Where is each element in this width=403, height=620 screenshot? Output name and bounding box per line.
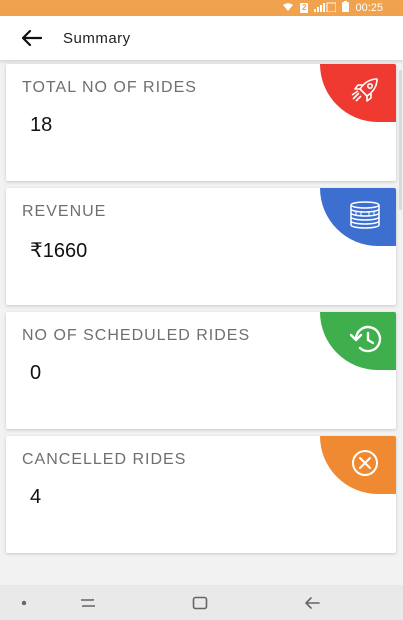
app-bar: Summary bbox=[0, 16, 403, 60]
card-revenue[interactable]: REVENUE ₹1660 bbox=[6, 188, 396, 305]
card-cancelled-rides[interactable]: CANCELLED RIDES 4 bbox=[6, 436, 396, 553]
history-icon bbox=[348, 324, 382, 359]
nav-dot-icon[interactable] bbox=[16, 585, 32, 620]
status-bar: 2 00:25 bbox=[0, 0, 403, 16]
nav-back-icon[interactable] bbox=[300, 585, 324, 620]
cancel-icon bbox=[350, 448, 380, 483]
back-arrow-icon[interactable] bbox=[20, 26, 44, 50]
battery-icon bbox=[342, 1, 350, 15]
signal-icon bbox=[314, 2, 337, 15]
recent-apps-icon[interactable] bbox=[76, 585, 100, 620]
card-value: 0 bbox=[30, 362, 42, 384]
page-title: Summary bbox=[63, 29, 131, 47]
card-badge bbox=[320, 64, 396, 122]
card-value: ₹1660 bbox=[30, 240, 88, 262]
system-nav-bar bbox=[0, 585, 403, 620]
wifi-icon bbox=[282, 2, 294, 15]
card-label: CANCELLED RIDES bbox=[22, 451, 187, 468]
summary-list[interactable]: TOTAL NO OF RIDES 18 REVENUE ₹1660 NO OF… bbox=[0, 60, 403, 585]
card-label: REVENUE bbox=[22, 203, 107, 220]
card-badge bbox=[320, 312, 396, 370]
card-value: 4 bbox=[30, 486, 42, 508]
card-badge bbox=[320, 436, 396, 494]
card-badge bbox=[320, 188, 396, 246]
card-label: TOTAL NO OF RIDES bbox=[22, 79, 197, 96]
scrollbar[interactable] bbox=[399, 70, 402, 210]
card-scheduled-rides[interactable]: NO OF SCHEDULED RIDES 0 bbox=[6, 312, 396, 429]
sim-badge: 2 bbox=[300, 3, 309, 13]
rocket-icon bbox=[350, 76, 380, 111]
status-time: 00:25 bbox=[355, 2, 383, 14]
card-total-rides[interactable]: TOTAL NO OF RIDES 18 bbox=[6, 64, 396, 181]
card-value: 18 bbox=[30, 114, 53, 136]
coins-icon bbox=[348, 200, 382, 234]
home-icon[interactable] bbox=[188, 585, 212, 620]
card-label: NO OF SCHEDULED RIDES bbox=[22, 327, 251, 344]
